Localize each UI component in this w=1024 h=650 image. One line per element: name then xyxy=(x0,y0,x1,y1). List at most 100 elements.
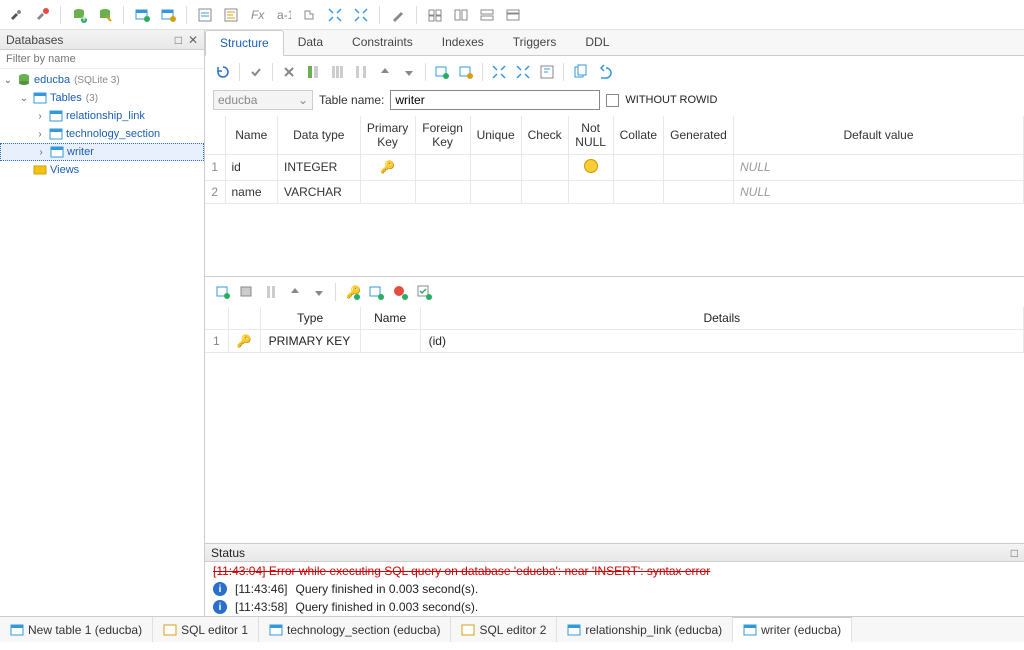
col-h-name[interactable]: Name xyxy=(225,116,278,154)
add-unique-icon[interactable] xyxy=(390,282,410,302)
constr-down-icon[interactable] xyxy=(309,282,329,302)
tab-triggers[interactable]: Triggers xyxy=(499,30,572,55)
move-up-icon[interactable] xyxy=(375,62,395,82)
col-h-type[interactable]: Data type xyxy=(278,116,361,154)
connect-icon[interactable] xyxy=(6,5,26,25)
gen-query-icon[interactable] xyxy=(537,62,557,82)
add-col-icon[interactable] xyxy=(303,62,323,82)
collapse-icon[interactable] xyxy=(351,5,371,25)
btab-writer[interactable]: writer (educba) xyxy=(733,617,852,642)
col-h-unique[interactable]: Unique xyxy=(470,116,521,154)
notnull-badge-icon xyxy=(584,159,598,173)
cons-h-name[interactable]: Name xyxy=(360,307,420,330)
expand-all-icon[interactable] xyxy=(489,62,509,82)
layout4-icon[interactable] xyxy=(503,5,523,25)
main-toolbar: + Fx a-1 xyxy=(0,0,1024,30)
tab-structure[interactable]: Structure xyxy=(205,30,284,56)
sql-editor-icon[interactable] xyxy=(195,5,215,25)
table-node-selected[interactable]: › writer xyxy=(0,143,204,161)
btab-sql1[interactable]: SQL editor 1 xyxy=(153,617,259,642)
add-db-icon[interactable]: + xyxy=(69,5,89,25)
tab-indexes[interactable]: Indexes xyxy=(428,30,499,55)
move-down-icon[interactable] xyxy=(399,62,419,82)
del-constr-icon[interactable] xyxy=(237,282,257,302)
tab-data[interactable]: Data xyxy=(284,30,338,55)
btab-tech[interactable]: technology_section (educba) xyxy=(259,617,451,642)
tab-constraints[interactable]: Constraints xyxy=(338,30,428,55)
tab-ddl[interactable]: DDL xyxy=(571,30,624,55)
pk-key-icon: 🔑 xyxy=(237,334,252,348)
table-node[interactable]: › relationship_link xyxy=(0,107,204,125)
add-pk-icon[interactable]: 🔑 xyxy=(342,282,362,302)
table-name-bar: educba⌄ Table name: WITHOUT ROWID xyxy=(205,88,1024,116)
bottom-tabs: New table 1 (educba) SQL editor 1 techno… xyxy=(0,616,1024,642)
insert-col-icon[interactable] xyxy=(327,62,347,82)
disconnect-icon[interactable] xyxy=(32,5,52,25)
databases-panel-header: Databases □ ✕ xyxy=(0,30,204,50)
fx-icon[interactable]: Fx xyxy=(247,5,267,25)
info-icon: i xyxy=(213,582,227,596)
db-node[interactable]: ⌄ educba (SQLite 3) xyxy=(0,71,204,89)
table-row[interactable]: 1 🔑 PRIMARY KEY (id) xyxy=(205,330,1024,353)
structure-toolbar xyxy=(205,56,1024,88)
col-h-default[interactable]: Default value xyxy=(734,116,1024,154)
cons-h-details[interactable]: Details xyxy=(420,307,1023,330)
cons-h-type[interactable]: Type xyxy=(260,307,360,330)
add-fk-icon[interactable] xyxy=(366,282,386,302)
views-node[interactable]: Views xyxy=(0,161,204,179)
status-row: i [11:43:58] Query finished in 0.003 sec… xyxy=(205,598,1024,616)
refresh-icon[interactable] xyxy=(213,62,233,82)
columns-table: Name Data type Primary Key Foreign Key U… xyxy=(205,116,1024,204)
settings-icon[interactable] xyxy=(388,5,408,25)
tables-node[interactable]: ⌄ Tables (3) xyxy=(0,89,204,107)
new-table-icon[interactable] xyxy=(132,5,152,25)
layout3-icon[interactable] xyxy=(477,5,497,25)
col-h-check[interactable]: Check xyxy=(521,116,568,154)
create-similar2-icon[interactable] xyxy=(456,62,476,82)
pk-key-icon: 🔑 xyxy=(380,160,395,174)
btab-sql2[interactable]: SQL editor 2 xyxy=(451,617,557,642)
col-h-pk[interactable]: Primary Key xyxy=(360,116,415,154)
delete-col-icon[interactable] xyxy=(279,62,299,82)
table-name-input[interactable] xyxy=(390,90,600,110)
collation-icon[interactable]: a-1 xyxy=(273,5,293,25)
col-h-notnull[interactable]: Not NULL xyxy=(568,116,613,154)
create-similar-icon[interactable] xyxy=(432,62,452,82)
col-h-fk[interactable]: Foreign Key xyxy=(415,116,470,154)
undock-icon[interactable]: □ xyxy=(1011,546,1018,560)
table-row[interactable]: 1 id INTEGER 🔑 NULL xyxy=(205,154,1024,180)
add-constr-icon[interactable] xyxy=(213,282,233,302)
edit-table-icon[interactable] xyxy=(158,5,178,25)
constr-up-icon[interactable] xyxy=(285,282,305,302)
svg-text:a-1: a-1 xyxy=(277,8,291,22)
constr-cols-icon[interactable] xyxy=(261,282,281,302)
db-select[interactable]: educba⌄ xyxy=(213,90,313,110)
db-tree: ⌄ educba (SQLite 3) ⌄ Tables (3) › relat… xyxy=(0,69,204,616)
undock-icon[interactable]: □ xyxy=(175,33,182,47)
constraints-toolbar: 🔑 xyxy=(205,277,1024,307)
layout1-icon[interactable] xyxy=(425,5,445,25)
btab-rel[interactable]: relationship_link (educba) xyxy=(557,617,733,642)
edit-db-icon[interactable] xyxy=(95,5,115,25)
table-node[interactable]: › technology_section xyxy=(0,125,204,143)
undo-icon[interactable] xyxy=(594,62,614,82)
btab-new-table[interactable]: New table 1 (educba) xyxy=(0,617,153,642)
col-h-collate[interactable]: Collate xyxy=(613,116,663,154)
extension-icon[interactable] xyxy=(299,5,319,25)
table-row[interactable]: 2 name VARCHAR NULL xyxy=(205,180,1024,203)
add-check-icon[interactable] xyxy=(414,282,434,302)
table-name-label: Table name: xyxy=(319,93,384,107)
col-action-icon[interactable] xyxy=(351,62,371,82)
copy-icon[interactable] xyxy=(570,62,590,82)
commit-icon[interactable] xyxy=(246,62,266,82)
status-row: i [11:43:46] Query finished in 0.003 sec… xyxy=(205,580,1024,598)
layout2-icon[interactable] xyxy=(451,5,471,25)
filter-input[interactable] xyxy=(0,50,204,69)
expand-icon[interactable] xyxy=(325,5,345,25)
collapse-all-icon[interactable] xyxy=(513,62,533,82)
col-h-gen[interactable]: Generated xyxy=(664,116,734,154)
history-icon[interactable] xyxy=(221,5,241,25)
without-rowid-checkbox[interactable] xyxy=(606,94,619,107)
without-rowid-label: WITHOUT ROWID xyxy=(625,94,717,106)
close-panel-icon[interactable]: ✕ xyxy=(188,33,198,47)
